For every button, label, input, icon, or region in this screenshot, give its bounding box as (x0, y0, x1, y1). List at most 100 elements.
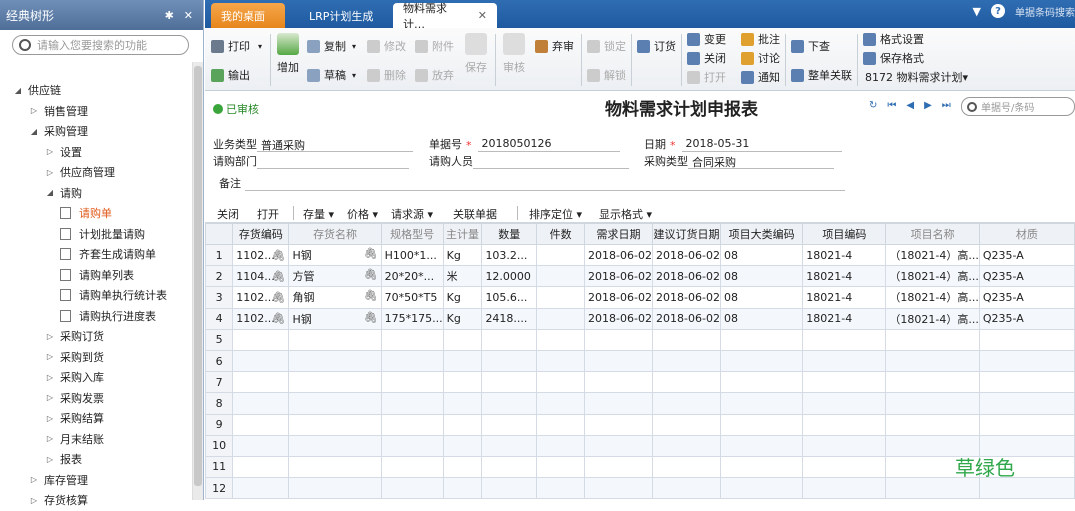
table-cell[interactable] (652, 413, 722, 436)
tree-node[interactable]: ◢ 采购管理 (0, 121, 192, 142)
table-cell[interactable] (481, 392, 538, 415)
table-cell[interactable] (380, 349, 444, 373)
collapsed-arrow-icon[interactable]: ▷ (28, 106, 40, 115)
source-button[interactable]: 请求源 ▾ (391, 206, 433, 222)
table-cell[interactable]: 2018-06-02 (652, 307, 722, 330)
table-cell[interactable] (652, 392, 722, 415)
table-cell[interactable] (720, 477, 804, 500)
attachment-icon[interactable]: 🖇 (364, 247, 378, 260)
table-cell[interactable] (584, 349, 654, 373)
template-select[interactable]: 8172 物料需求计划▾ (865, 67, 968, 87)
table-row[interactable]: 12 (205, 477, 1075, 500)
table-cell[interactable]: 08 (720, 286, 804, 309)
table-cell[interactable] (442, 392, 483, 415)
column-header[interactable] (205, 223, 234, 245)
table-cell[interactable]: 18021-4 (802, 265, 887, 288)
table-cell[interactable] (652, 455, 722, 479)
table-cell[interactable]: Kg (442, 307, 483, 330)
table-cell[interactable] (232, 349, 290, 373)
draft-button[interactable]: 草稿 ▾ (307, 65, 356, 85)
tab-lrp[interactable]: LRP计划生成 (299, 3, 389, 28)
table-cell[interactable]: 20*20*... (380, 265, 444, 288)
delete-button[interactable]: 删除 (367, 65, 406, 85)
table-cell[interactable] (584, 477, 654, 500)
help-icon[interactable]: ? (991, 4, 1005, 18)
table-cell[interactable]: （18021-4）高... (885, 307, 980, 330)
tree-node[interactable]: 请购单执行统计表 (0, 285, 192, 306)
column-header[interactable]: 项目编码 (802, 223, 887, 245)
table-cell[interactable] (481, 434, 538, 457)
table-cell[interactable] (885, 349, 980, 373)
table-cell[interactable]: 2418.... (481, 307, 538, 330)
discuss-button[interactable]: 讨论 (741, 48, 780, 68)
tree-node[interactable]: ▷ 采购发票 (0, 388, 192, 409)
biz-type-value[interactable]: 普通采购 (257, 137, 413, 152)
table-cell[interactable] (442, 349, 483, 373)
pin-icon[interactable]: ✱ (165, 9, 174, 22)
expanded-arrow-icon[interactable]: ◢ (12, 86, 24, 95)
tree-node[interactable]: ▷ 月末结账 (0, 429, 192, 450)
table-cell[interactable] (288, 328, 382, 351)
lock-button[interactable]: 锁定 (587, 36, 626, 56)
modify-button[interactable]: 修改 (367, 36, 406, 56)
tree-node[interactable]: ◢ 供应链 (0, 80, 192, 101)
table-cell[interactable]: Q235-A (978, 286, 1075, 309)
collapsed-arrow-icon[interactable]: ▷ (28, 496, 40, 505)
table-cell[interactable] (442, 477, 483, 500)
save-format-button[interactable]: 保存格式 (863, 48, 924, 68)
table-cell[interactable]: （18021-4）高... (885, 265, 980, 288)
table-cell[interactable] (885, 413, 980, 436)
table-cell[interactable] (584, 371, 654, 394)
table-cell[interactable] (288, 434, 382, 457)
open-bill-button[interactable]: 打开 (687, 67, 726, 87)
display-format-button[interactable]: 显示格式 ▾ (599, 206, 652, 222)
table-cell[interactable] (442, 371, 483, 394)
order-button[interactable]: 订货 (637, 36, 676, 56)
table-cell[interactable] (536, 413, 586, 436)
bill-no-value[interactable]: 2018050126 (477, 137, 620, 152)
table-cell[interactable] (232, 477, 290, 500)
tab-mrp[interactable]: 物料需求计… ✕ (393, 2, 497, 31)
table-cell[interactable] (481, 328, 538, 351)
table-cell[interactable]: 103.2... (481, 243, 538, 267)
table-cell[interactable] (720, 371, 804, 394)
tree-node[interactable]: 请购单 (0, 203, 192, 224)
tree-node[interactable]: ▷ 供应商管理 (0, 162, 192, 183)
table-cell[interactable]: 🖇 1102... (232, 307, 290, 330)
tree-node[interactable]: ▷ 采购结算 (0, 408, 192, 429)
tree-node[interactable]: ▷ 报表 (0, 449, 192, 470)
collapsed-arrow-icon[interactable]: ▷ (44, 414, 56, 423)
table-row[interactable]: 7 (205, 371, 1075, 394)
scrollbar-thumb[interactable] (194, 66, 202, 486)
remark-value[interactable] (245, 176, 845, 191)
person-value[interactable] (473, 154, 629, 169)
tree-node[interactable]: ▷ 采购入库 (0, 367, 192, 388)
table-cell[interactable] (288, 455, 382, 479)
table-row[interactable]: 8 (205, 392, 1075, 415)
table-cell[interactable] (536, 328, 586, 351)
expanded-arrow-icon[interactable]: ◢ (28, 127, 40, 136)
column-header[interactable]: 主计量 (442, 223, 483, 245)
table-cell[interactable] (536, 243, 586, 267)
table-cell[interactable]: 2018-06-02 (652, 286, 722, 309)
left-scrollbar[interactable] (192, 62, 203, 500)
table-row[interactable]: 9 (205, 413, 1075, 436)
table-cell[interactable] (232, 328, 290, 351)
table-cell[interactable] (442, 328, 483, 351)
table-cell[interactable] (802, 477, 887, 500)
table-cell[interactable] (802, 349, 887, 373)
table-cell[interactable] (584, 434, 654, 457)
table-cell[interactable] (536, 265, 586, 288)
table-cell[interactable] (442, 434, 483, 457)
prev-record-icon[interactable]: ◀ (906, 100, 914, 111)
barcode-search-input[interactable]: 单据条码搜索 (1015, 3, 1075, 19)
table-cell[interactable] (802, 371, 887, 394)
table-row[interactable]: 10 (205, 434, 1075, 457)
tree-node[interactable]: ▷ 采购到货 (0, 347, 192, 368)
table-cell[interactable] (720, 413, 804, 436)
collapsed-arrow-icon[interactable]: ▷ (44, 434, 56, 443)
table-cell[interactable] (720, 392, 804, 415)
table-cell[interactable] (802, 392, 887, 415)
table-cell[interactable] (481, 455, 538, 479)
table-cell[interactable] (652, 328, 722, 351)
